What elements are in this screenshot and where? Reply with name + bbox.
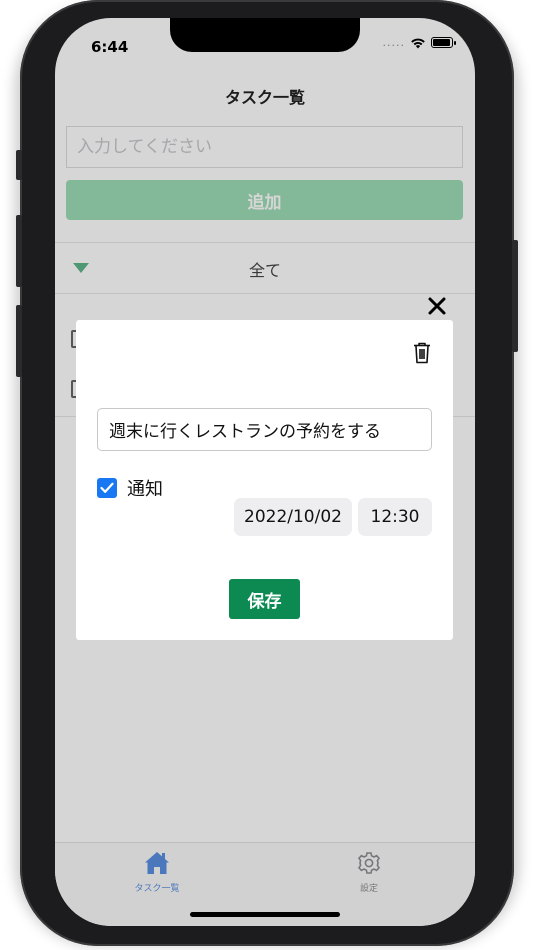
notify-checkbox[interactable] <box>97 478 117 498</box>
battery-icon <box>431 37 456 48</box>
notify-toggle[interactable]: 通知 <box>97 475 163 501</box>
date-picker-button[interactable]: 2022/10/02 <box>234 498 352 536</box>
notch <box>170 18 360 52</box>
signal-dots: ..... <box>382 36 405 49</box>
status-time: 6:44 <box>91 38 129 56</box>
phone-screen: 6:44 ..... タスク一覧 追加 全て タスク一覧 <box>55 18 475 926</box>
edit-task-modal: 通知 2022/10/02 12:30 保存 <box>76 320 453 640</box>
volume-up-button <box>16 215 22 287</box>
home-indicator <box>190 912 340 917</box>
trash-icon[interactable] <box>413 342 431 364</box>
notify-label: 通知 <box>127 479 163 500</box>
checkmark-icon <box>100 482 114 493</box>
save-button[interactable]: 保存 <box>229 579 300 619</box>
volume-down-button <box>16 305 22 377</box>
status-icons: ..... <box>382 36 456 49</box>
time-picker-button[interactable]: 12:30 <box>358 498 432 536</box>
task-title-input[interactable] <box>97 408 432 451</box>
close-icon[interactable] <box>425 294 449 318</box>
power-button <box>512 240 518 352</box>
wifi-icon <box>411 38 425 48</box>
mute-switch <box>16 150 22 180</box>
